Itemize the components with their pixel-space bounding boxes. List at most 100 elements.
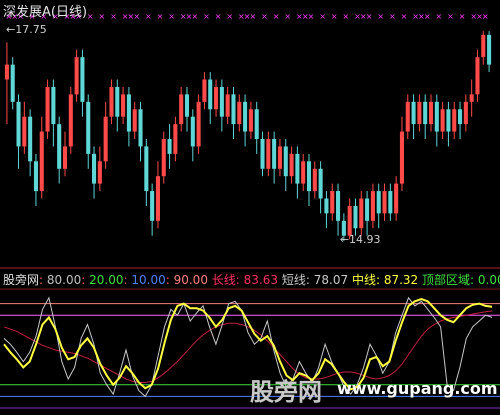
candle-body [382, 191, 387, 214]
candle-body [405, 101, 410, 132]
candle-body [248, 109, 253, 132]
candle-body [370, 191, 375, 221]
series-line-2 [3, 297, 493, 391]
candle-body [103, 116, 108, 162]
candle-body [458, 109, 463, 125]
candle-body [376, 191, 381, 214]
legend-long-value: 83.63 [243, 273, 279, 287]
candle-body [359, 198, 364, 229]
signal-marker: × [168, 12, 175, 21]
candle-body [266, 139, 271, 169]
candle-body [260, 139, 265, 169]
signal-marker: × [99, 12, 106, 21]
candle-body [4, 64, 9, 80]
signal-marker: × [482, 12, 489, 21]
candle-body [22, 116, 27, 147]
candle-body [312, 168, 317, 192]
signal-marker: × [203, 12, 210, 21]
candle-body [121, 94, 126, 117]
chart-window: × × × × × × × × × × × × × × × × × × × × × × × × × × × × × × × × × × × × × × × ×… [0, 0, 500, 415]
candle-body [62, 146, 68, 169]
signal-marker: × [424, 12, 431, 21]
legend-short-label: 短线 [281, 273, 306, 287]
signal-marker: × [273, 12, 280, 21]
signal-marker: × [319, 12, 326, 21]
candle-body [68, 94, 73, 147]
signal-marker: × [87, 12, 94, 21]
candle-body [109, 86, 114, 117]
candle-body [144, 146, 149, 192]
candle-body [469, 94, 474, 102]
candle-body [173, 124, 178, 154]
candle-body [74, 57, 79, 95]
candle-body [272, 139, 277, 169]
candle-body [57, 124, 62, 169]
candle-body [214, 86, 219, 110]
signal-marker: × [447, 12, 454, 21]
candle-body [184, 94, 190, 117]
candle-body [446, 109, 451, 132]
candle-body [347, 205, 352, 236]
candle-body [138, 109, 143, 147]
signal-marker: × [366, 12, 373, 21]
candle-body [353, 205, 358, 229]
signal-marker: × [226, 12, 233, 21]
signal-marker: × [377, 12, 384, 21]
candle-body [86, 101, 91, 154]
candle-body [463, 101, 468, 125]
candle-body [202, 79, 207, 102]
candle-body [92, 153, 97, 184]
signal-marker: × [133, 12, 140, 21]
candle-body [196, 101, 201, 147]
signal-marker: × [250, 12, 257, 21]
signal-marker: × [157, 12, 164, 21]
candle-body [132, 109, 137, 132]
legend-long-label: 长线 [211, 273, 236, 287]
candle-body [306, 161, 312, 192]
candle-body [208, 79, 213, 110]
low-price-label: ←14.93 [340, 233, 381, 246]
candle-body [237, 101, 242, 125]
chart-canvas: × × × × × × × × × × × × × × × × × × × × × × × × × × × × × × × × × × × × × × × ×… [0, 12, 500, 409]
legend-zone-label: 顶部区域 [422, 273, 471, 287]
candle-body [161, 139, 166, 177]
legend-mid-value: 87.32 [383, 273, 419, 287]
candle-body [150, 191, 155, 221]
candle-body [225, 94, 230, 117]
candle-body [155, 176, 160, 221]
candle-body [301, 161, 306, 184]
candle-body [399, 131, 404, 184]
candle-body [219, 86, 224, 117]
signal-marker: × [308, 12, 315, 21]
candle-body [336, 191, 341, 221]
signal-marker: × [343, 12, 350, 21]
signal-marker: × [145, 12, 152, 21]
legend-short-value: 78.07 [313, 273, 349, 287]
signal-marker: × [215, 12, 222, 21]
candle-body [388, 191, 393, 214]
candle-body [417, 101, 422, 125]
candle-body [394, 183, 399, 214]
candle-body [39, 131, 44, 192]
candle-body [10, 64, 15, 102]
candle-body [440, 109, 445, 132]
legend-level-90: 90.00 [173, 273, 208, 287]
signal-marker: × [284, 12, 291, 21]
legend-zone-value: 0.00 [477, 273, 500, 287]
candle-body [411, 101, 416, 125]
candle-body [289, 153, 294, 177]
signal-marker: × [261, 12, 268, 21]
candle-body [179, 94, 184, 125]
signal-marker: × [331, 12, 338, 21]
watermark-url: www.gupang.com [337, 379, 498, 398]
candle-body [277, 146, 282, 169]
candle-body [324, 198, 329, 214]
candle-body [475, 57, 480, 95]
signal-marker: × [389, 12, 396, 21]
candle-body [167, 139, 172, 154]
candle-body [231, 94, 236, 125]
legend-title: 股旁网 [3, 273, 40, 287]
candle-body [434, 101, 439, 132]
candle-body [481, 34, 486, 58]
candle-body [318, 168, 323, 199]
